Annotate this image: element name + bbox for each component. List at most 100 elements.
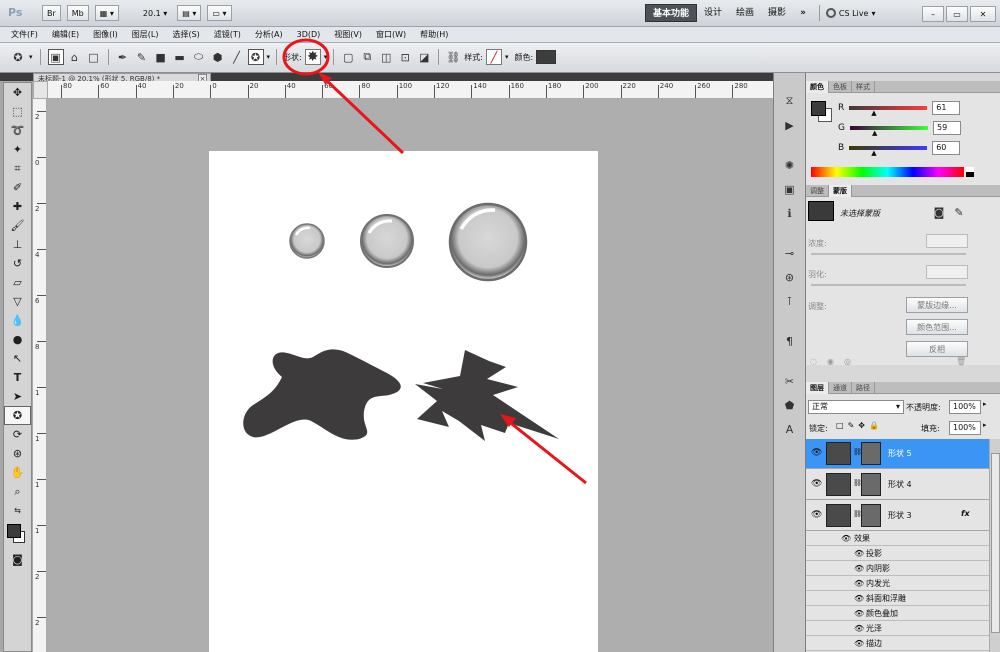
layers-scrollbar[interactable]: [989, 439, 1000, 652]
effects-label: 效果: [854, 534, 870, 543]
disable-mask-icon[interactable]: ◎: [844, 357, 851, 366]
feather-field[interactable]: [926, 265, 968, 279]
delete-mask-icon[interactable]: 🗑: [956, 357, 966, 366]
effect-name: 内阴影: [866, 564, 890, 573]
effect-eye-icon[interactable]: 👁: [854, 546, 864, 561]
g-slider-thumb[interactable]: ▲: [872, 129, 877, 137]
apply-mask-icon[interactable]: ◉: [827, 357, 834, 366]
mask-edge-button[interactable]: 蒙版边缘...: [906, 297, 968, 313]
effect-row-inner-shadow[interactable]: 👁 内阴影: [806, 561, 1000, 576]
feather-slider[interactable]: [811, 284, 966, 286]
mask-thumbnail: [808, 201, 834, 221]
tools-panel-icon[interactable]: ✂: [782, 373, 798, 389]
paragraph-panel-icon[interactable]: ¶: [782, 333, 798, 349]
annotation-arrow-line-top: [321, 75, 405, 155]
clone-source-panel-icon[interactable]: ⊛: [782, 269, 798, 285]
tab-layers[interactable]: 图层: [806, 382, 829, 394]
actions-panel-icon[interactable]: ▶: [782, 117, 798, 133]
lock-paint-icon[interactable]: ✎: [848, 421, 855, 430]
effect-eye-icon[interactable]: 👁: [854, 636, 864, 651]
black-white-ramp[interactable]: [966, 167, 974, 177]
effect-name: 斜面和浮雕: [866, 594, 906, 603]
density-slider[interactable]: [811, 253, 966, 255]
character-panel-icon[interactable]: A: [782, 421, 798, 437]
effect-eye-icon[interactable]: 👁: [854, 606, 864, 621]
color-foreground-swatch[interactable]: [811, 101, 826, 116]
tab-color[interactable]: 颜色: [806, 81, 829, 93]
effect-eye-icon[interactable]: 👁: [854, 591, 864, 606]
b-value[interactable]: 60: [932, 141, 961, 155]
3d-panel-icon[interactable]: ⬟: [782, 397, 798, 413]
layer-row-shape-3[interactable]: 👁 ⛓ 形状 3 fx: [806, 501, 1000, 531]
tab-styles[interactable]: 样式: [852, 81, 875, 93]
brush-presets-panel-icon[interactable]: ⊸: [782, 245, 798, 261]
layers-scrollbar-thumb[interactable]: [991, 453, 1000, 633]
effect-name: 投影: [866, 549, 882, 558]
r-slider-thumb[interactable]: ▲: [871, 109, 876, 117]
fill-label: 填充:: [921, 424, 940, 433]
navigator-panel-icon[interactable]: ✺: [782, 157, 798, 173]
color-range-button[interactable]: 颜色范围...: [906, 319, 968, 335]
history-panel-icon[interactable]: ⧖: [782, 93, 798, 109]
tab-paths[interactable]: 路径: [852, 382, 875, 394]
vector-mask-thumbnail: [861, 504, 881, 527]
r-value[interactable]: 61: [932, 101, 961, 115]
histogram-panel-icon[interactable]: ▣: [782, 181, 798, 197]
g-slider[interactable]: ▲: [849, 126, 928, 137]
r-slider[interactable]: ▲: [849, 106, 928, 117]
layer-name: 形状 3: [888, 511, 912, 520]
effect-name: 光泽: [866, 624, 882, 633]
color-spectrum-bar[interactable]: [811, 167, 964, 177]
opacity-dropdown[interactable]: ▸: [983, 400, 987, 408]
effect-name: 内发光: [866, 579, 890, 588]
blend-mode-select[interactable]: 正常 ▾: [808, 400, 904, 414]
g-value[interactable]: 59: [932, 121, 961, 135]
blend-mode-value: 正常: [812, 402, 828, 411]
b-slider-thumb[interactable]: ▲: [871, 149, 876, 157]
effect-eye-icon[interactable]: 👁: [854, 576, 864, 591]
layer-visibility-eye-icon[interactable]: 👁: [811, 510, 822, 520]
effect-row-inner-glow[interactable]: 👁 内发光: [806, 576, 1000, 591]
layer-fx-icon[interactable]: fx: [961, 509, 970, 518]
layer-name: 形状 4: [888, 480, 912, 489]
invert-button[interactable]: 反相: [906, 341, 968, 357]
vector-mask-icon[interactable]: ✎: [951, 204, 967, 220]
effect-row-satin[interactable]: 👁 光泽: [806, 621, 1000, 636]
effect-eye-icon[interactable]: 👁: [854, 561, 864, 576]
layer-row-shape-4[interactable]: 👁 ⛓ 形状 4: [806, 470, 1000, 500]
tab-swatches[interactable]: 色板: [829, 81, 852, 93]
effect-eye-icon[interactable]: 👁: [854, 621, 864, 636]
tab-masks[interactable]: 蒙版: [829, 185, 852, 197]
pixel-mask-icon[interactable]: ◙: [931, 204, 947, 220]
fill-value[interactable]: 100%: [949, 421, 981, 435]
effect-row-bevel-emboss[interactable]: 👁 斜面和浮雕: [806, 591, 1000, 606]
density-field[interactable]: [926, 234, 968, 248]
b-slider[interactable]: ▲: [849, 146, 928, 157]
layer-visibility-eye-icon[interactable]: 👁: [811, 448, 822, 458]
tab-channels[interactable]: 通道: [829, 382, 852, 394]
info-panel-icon[interactable]: ℹ: [782, 205, 798, 221]
layer-visibility-eye-icon[interactable]: 👁: [811, 479, 822, 489]
effects-eye-icon[interactable]: 👁: [841, 531, 851, 546]
tool-presets-panel-icon[interactable]: ⊺: [782, 293, 798, 309]
lock-label: 锁定:: [809, 424, 828, 433]
effect-row-drop-shadow[interactable]: 👁 投影: [806, 546, 1000, 561]
annotation-arrow-line-bottom: [506, 418, 587, 485]
annotation-circle: [282, 38, 330, 76]
tab-adjustments[interactable]: 调整: [806, 185, 829, 197]
effects-header[interactable]: 👁 效果: [806, 531, 1000, 546]
lock-all-icon[interactable]: 🔒: [869, 421, 879, 430]
lock-transparency-icon[interactable]: □: [836, 421, 844, 430]
layers-panel-tabs: 图层 通道 路径: [806, 382, 1000, 394]
effect-row-stroke[interactable]: 👁 描边: [806, 636, 1000, 651]
vector-mask-thumbnail: [861, 473, 881, 496]
opacity-value[interactable]: 100%: [949, 400, 981, 414]
lock-position-icon[interactable]: ✥: [858, 421, 865, 430]
panel-stack: 颜色 色板 样式 R ▲ 61 G ▲ 59 B ▲ 60 调整 蒙版 未选择蒙…: [805, 73, 1000, 652]
mask-panel-tabs: 调整 蒙版: [806, 185, 1000, 197]
effect-row-color-overlay[interactable]: 👁 颜色叠加: [806, 606, 1000, 621]
load-selection-icon[interactable]: ◌: [810, 357, 817, 366]
fill-dropdown[interactable]: ▸: [983, 421, 987, 429]
layer-name: 形状 5: [888, 449, 912, 458]
layer-row-shape-5[interactable]: 👁 ⛓ 形状 5: [806, 439, 1000, 469]
